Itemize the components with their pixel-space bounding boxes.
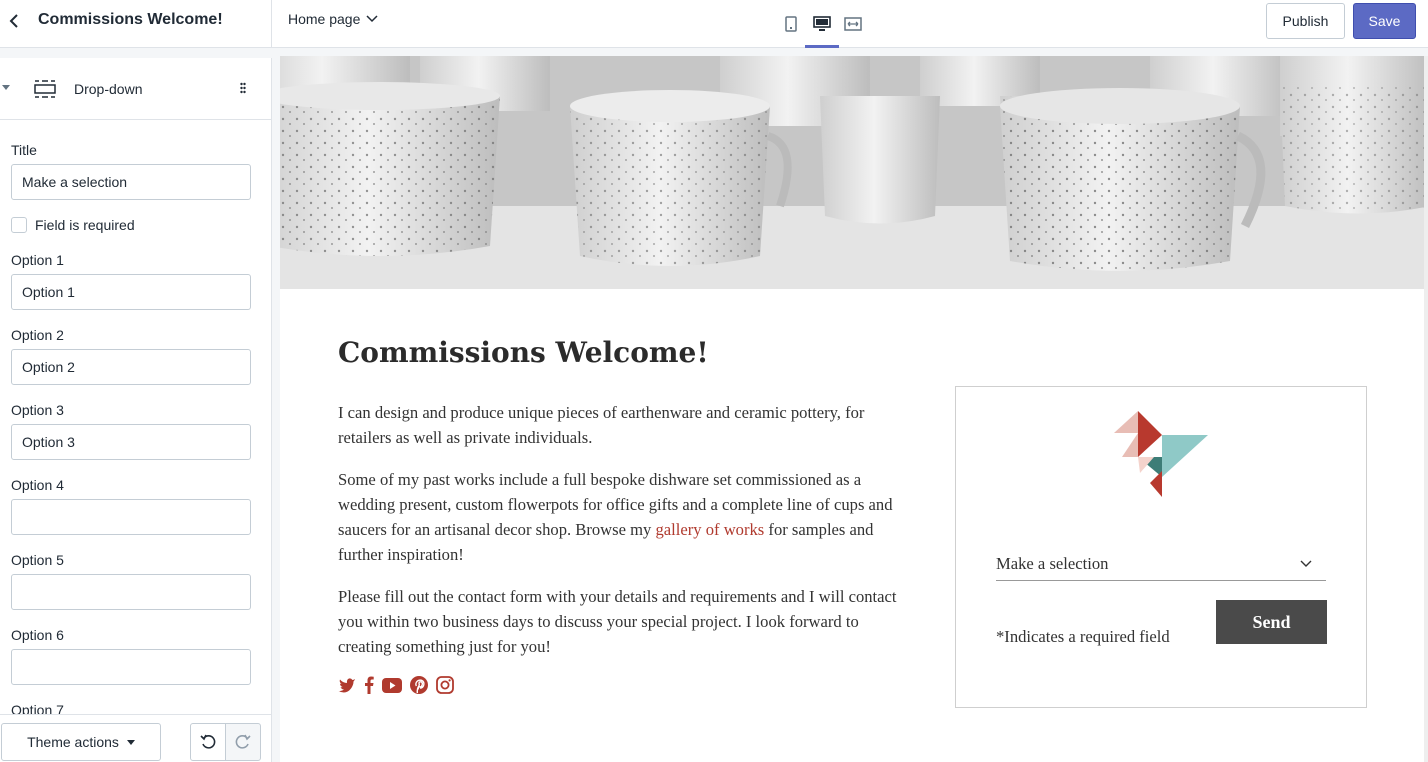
pinterest-icon[interactable] — [410, 676, 428, 694]
option-6-input[interactable] — [11, 649, 251, 685]
redo-icon — [235, 734, 251, 749]
mobile-icon — [785, 16, 797, 32]
section-title: Commissions Welcome! — [38, 11, 223, 28]
option-select[interactable]: Make a selection — [996, 547, 1326, 581]
hero-image — [280, 56, 1424, 289]
works-paragraph: Some of my past works include a full bes… — [338, 467, 908, 567]
theme-actions-button[interactable]: Theme actions — [1, 723, 161, 761]
instagram-icon[interactable] — [436, 676, 454, 694]
back-button[interactable] — [0, 0, 28, 42]
redo-button[interactable] — [225, 723, 261, 761]
title-input[interactable]: Make a selection — [11, 164, 251, 200]
option-4-input[interactable] — [11, 499, 251, 535]
settings-sidebar: Drop-down Title Make a selection Field i… — [0, 58, 272, 762]
publish-button[interactable]: Publish — [1266, 3, 1345, 39]
page-selector[interactable]: Home page — [288, 11, 378, 27]
dropdown-block-icon — [34, 80, 56, 98]
title-label: Title — [11, 142, 37, 158]
view-desktop-button[interactable] — [805, 0, 839, 48]
sidebar-footer: Theme actions — [0, 714, 271, 762]
required-checkbox[interactable]: Field is required — [11, 217, 135, 233]
option-3-label: Option 3 — [11, 402, 64, 418]
option-3-input[interactable]: Option 3 — [11, 424, 251, 460]
desktop-icon — [813, 16, 831, 31]
view-mobile-button[interactable] — [776, 0, 806, 48]
viewport-switcher — [776, 0, 869, 48]
preview-scrollbar[interactable] — [1424, 56, 1428, 762]
gallery-link[interactable]: gallery of works — [656, 520, 765, 539]
required-label: Field is required — [35, 217, 135, 233]
hero-photo — [280, 56, 1424, 289]
fullwidth-icon — [844, 17, 862, 31]
block-header[interactable]: Drop-down — [0, 58, 271, 120]
option-2-label: Option 2 — [11, 327, 64, 343]
option-1-input[interactable]: Option 1 — [11, 274, 251, 310]
chevron-left-icon — [9, 14, 18, 28]
store-preview: Commissions Welcome! I can design and pr… — [280, 56, 1424, 762]
option-5-input[interactable] — [11, 574, 251, 610]
page-selector-label: Home page — [288, 11, 361, 27]
contact-form: Make a selection *Indicates a required f… — [955, 386, 1367, 708]
caret-down-icon[interactable] — [2, 85, 10, 90]
select-value: Make a selection — [996, 553, 1109, 573]
undo-icon — [200, 734, 216, 749]
intro-paragraph: I can design and produce unique pieces o… — [338, 403, 865, 447]
divider — [271, 0, 272, 48]
caret-down-icon — [126, 739, 135, 745]
bird-logo-icon — [1114, 411, 1208, 497]
option-6-label: Option 6 — [11, 627, 64, 643]
view-fullwidth-button[interactable] — [838, 0, 868, 48]
youtube-icon[interactable] — [382, 677, 402, 693]
theme-actions-label: Theme actions — [27, 734, 119, 750]
option-2-input[interactable]: Option 2 — [11, 349, 251, 385]
contact-paragraph: Please fill out the contact form with yo… — [338, 587, 897, 656]
option-5-label: Option 5 — [11, 552, 64, 568]
block-label: Drop-down — [74, 81, 143, 97]
checkbox-box[interactable] — [11, 217, 27, 233]
top-bar: Commissions Welcome! Home page Publish S… — [0, 0, 1428, 48]
send-button[interactable]: Send — [1216, 600, 1327, 644]
social-links — [338, 676, 454, 694]
required-note: *Indicates a required field — [996, 627, 1170, 646]
option-1-label: Option 1 — [11, 252, 64, 268]
save-button[interactable]: Save — [1353, 3, 1416, 39]
undo-button[interactable] — [190, 723, 226, 761]
facebook-icon[interactable] — [364, 676, 374, 694]
chevron-down-icon — [1300, 560, 1312, 567]
twitter-icon[interactable] — [338, 677, 356, 693]
drag-handle-icon[interactable] — [240, 82, 246, 94]
option-4-label: Option 4 — [11, 477, 64, 493]
chevron-down-icon — [366, 15, 378, 23]
page-title: Commissions Welcome! — [338, 336, 709, 369]
